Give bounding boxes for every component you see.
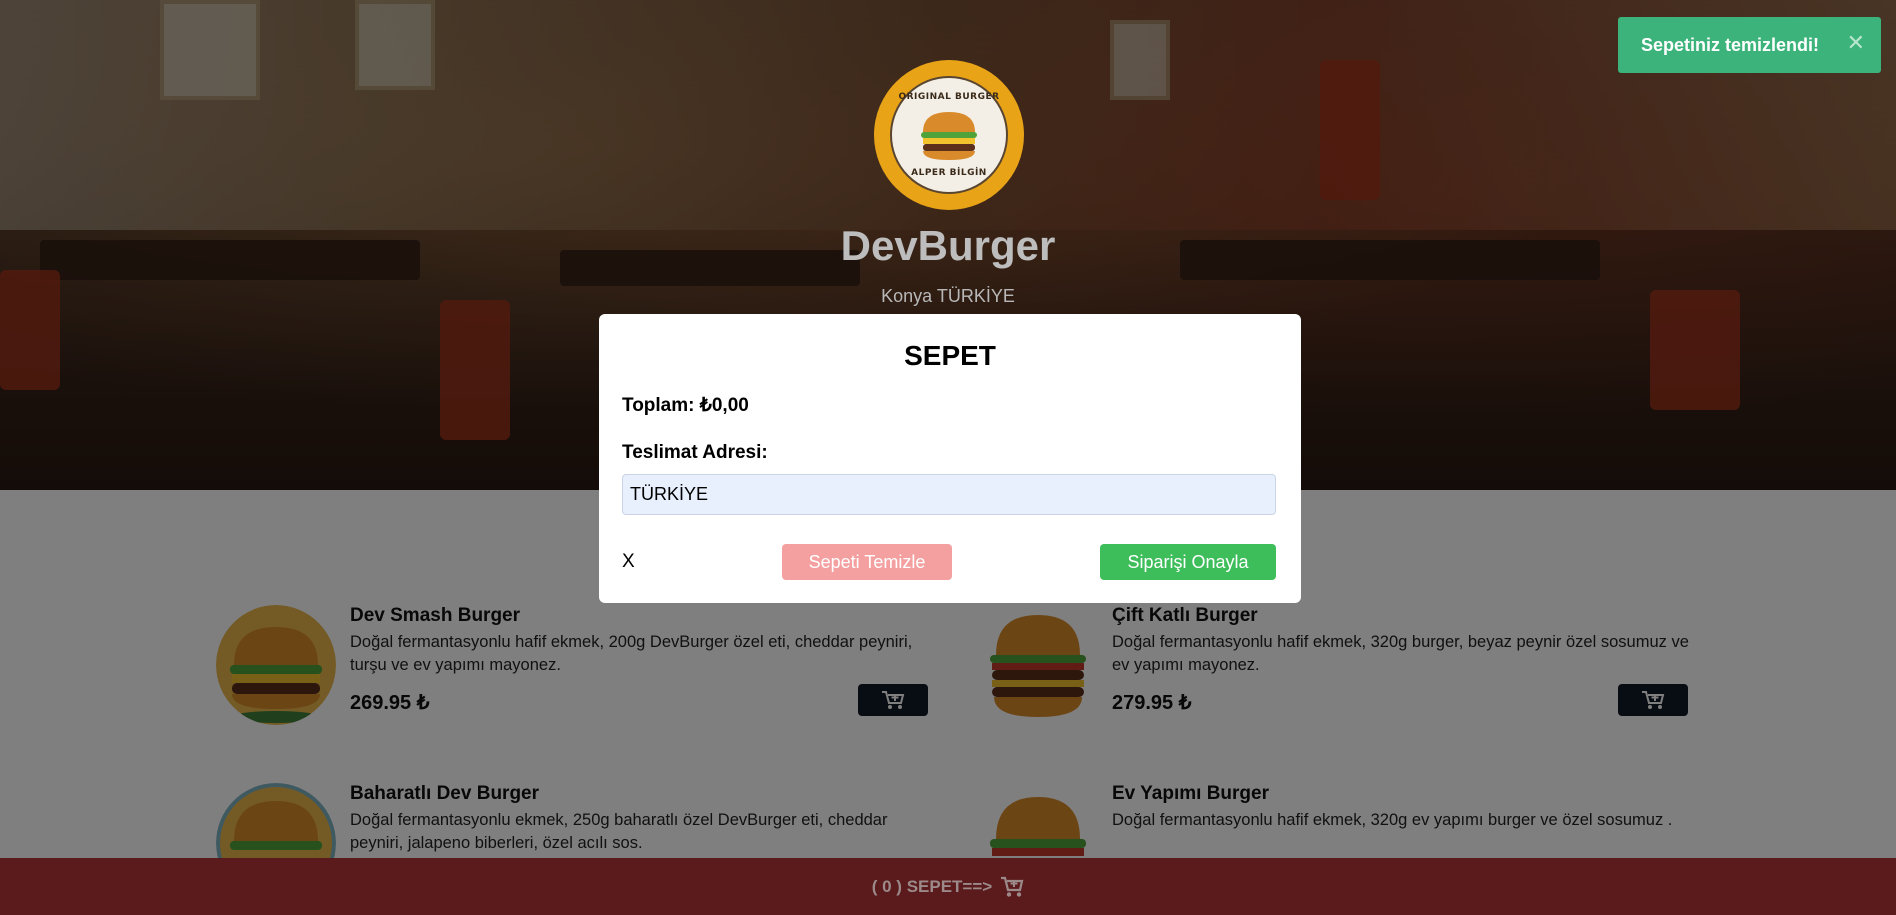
cart-bar[interactable]: ( 0 ) SEPET==>: [0, 858, 1896, 915]
close-icon[interactable]: ✕: [1847, 31, 1865, 56]
modal-close-button[interactable]: X: [622, 551, 635, 573]
cart-modal: SEPET Toplam: ₺0,00 Teslimat Adresi: X S…: [599, 314, 1301, 603]
clear-cart-button[interactable]: Sepeti Temizle: [782, 544, 952, 580]
modal-title: SEPET: [904, 340, 996, 371]
brand-subtitle: Konya TÜRKİYE: [881, 286, 1015, 306]
cart-total: Toplam: ₺0,00: [622, 395, 749, 416]
logo-text-top: ORIGINAL BURGER: [898, 92, 1000, 102]
toast-message: Sepetiniz temizlendi!: [1641, 34, 1820, 55]
cart-icon: [1001, 876, 1024, 897]
address-label: Teslimat Adresi:: [622, 442, 768, 463]
logo-text-bottom: ALPER BİLGİN: [911, 168, 987, 178]
cart-bar-label: ( 0 ) SEPET==>: [871, 876, 993, 896]
logo-badge: ORIGINAL BURGER ALPER BİLGİN: [890, 76, 1008, 194]
confirm-order-button[interactable]: Siparişi Onayla: [1100, 544, 1276, 580]
brand-title: DevBurger: [840, 222, 1056, 269]
address-input[interactable]: [622, 474, 1276, 515]
brand-logo: ORIGINAL BURGER ALPER BİLGİN: [874, 60, 1024, 210]
toast-notification: Sepetiniz temizlendi! ✕: [1618, 17, 1881, 73]
burger-logo-icon: [921, 112, 977, 160]
